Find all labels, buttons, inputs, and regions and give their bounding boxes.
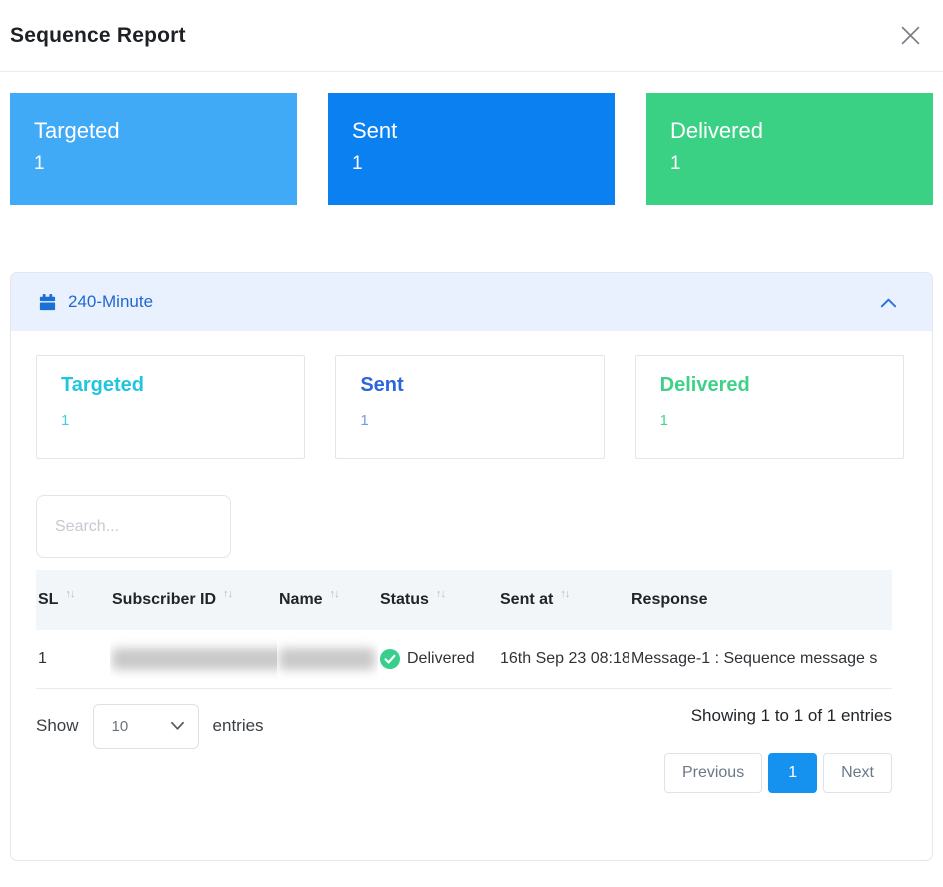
check-circle-icon xyxy=(380,649,400,669)
stat-value: 1 xyxy=(352,153,591,175)
sort-icon[interactable]: ↑↓ xyxy=(65,588,74,600)
close-icon xyxy=(900,25,921,46)
cell-status: Delivered xyxy=(378,630,498,688)
stat-card-sent: Sent 1 xyxy=(328,93,615,205)
inner-card-delivered: Delivered 1 xyxy=(635,355,904,459)
column-header-name[interactable]: Name↑↓ xyxy=(277,570,378,630)
page-size-select[interactable]: 10 xyxy=(93,704,199,749)
page-size-value: 10 xyxy=(112,718,129,735)
inner-card-value: 1 xyxy=(360,412,579,429)
redacted-name xyxy=(279,648,375,670)
stat-card-targeted: Targeted 1 xyxy=(10,93,297,205)
sort-icon[interactable]: ↑↓ xyxy=(436,588,445,600)
inner-card-label: Targeted xyxy=(61,374,280,397)
entries-summary: Showing 1 to 1 of 1 entries xyxy=(691,706,892,726)
column-header-sent-at[interactable]: Sent at↑↓ xyxy=(498,570,629,630)
stats-row: Targeted 1 Sent 1 Delivered 1 xyxy=(10,93,933,205)
status-badge: Delivered xyxy=(407,650,475,668)
redacted-subscriber-id xyxy=(112,648,277,670)
stat-card-delivered: Delivered 1 xyxy=(646,93,933,205)
cell-sl: 1 xyxy=(36,630,110,688)
column-header-subscriber-id[interactable]: Subscriber ID↑↓ xyxy=(110,570,277,630)
cell-name xyxy=(277,630,378,688)
sort-icon[interactable]: ↑↓ xyxy=(560,588,569,600)
chevron-up-icon[interactable] xyxy=(879,295,898,310)
table-row: 1 Delivered xyxy=(36,630,892,688)
stat-label: Sent xyxy=(352,118,591,144)
inner-card-label: Sent xyxy=(360,374,579,397)
stat-label: Targeted xyxy=(34,118,273,144)
sort-icon[interactable]: ↑↓ xyxy=(330,588,339,600)
next-page-button[interactable]: Next xyxy=(823,753,892,793)
inner-stats-row: Targeted 1 Sent 1 Delivered 1 xyxy=(36,355,904,459)
stat-label: Delivered xyxy=(670,118,909,144)
column-header-sl[interactable]: SL↑↓ xyxy=(36,570,110,630)
stat-value: 1 xyxy=(670,153,909,175)
panel-title: 240-Minute xyxy=(68,292,153,312)
column-header-status[interactable]: Status↑↓ xyxy=(378,570,498,630)
cell-response: Message-1 : Sequence message s xyxy=(629,630,892,688)
stat-value: 1 xyxy=(34,153,273,175)
table-header-row: SL↑↓ Subscriber ID↑↓ Name↑↓ Status↑↓ Sen… xyxy=(36,570,892,630)
sequence-panel: 240-Minute Targeted 1 Sent 1 Delivered 1 xyxy=(10,272,933,861)
inner-card-targeted: Targeted 1 xyxy=(36,355,305,459)
show-label: Show xyxy=(36,716,79,736)
search-input[interactable] xyxy=(36,495,231,558)
entries-label: entries xyxy=(213,716,264,736)
current-page-button[interactable]: 1 xyxy=(768,753,817,793)
cell-sent-at: 16th Sep 23 08:18 xyxy=(498,630,629,688)
inner-card-label: Delivered xyxy=(660,374,879,397)
panel-body: Targeted 1 Sent 1 Delivered 1 xyxy=(11,331,932,793)
calendar-icon xyxy=(38,293,57,312)
column-header-response[interactable]: Response xyxy=(629,570,892,630)
inner-card-sent: Sent 1 xyxy=(335,355,604,459)
sort-icon[interactable]: ↑↓ xyxy=(223,588,232,600)
page-size-group: Show 10 entries xyxy=(36,704,264,749)
panel-collapse-header[interactable]: 240-Minute xyxy=(11,273,932,331)
previous-page-button[interactable]: Previous xyxy=(664,753,762,793)
cell-subscriber-id xyxy=(110,630,277,688)
inner-card-value: 1 xyxy=(660,412,879,429)
close-button[interactable] xyxy=(896,21,925,50)
modal-header: Sequence Report xyxy=(0,0,943,72)
report-table: SL↑↓ Subscriber ID↑↓ Name↑↓ Status↑↓ Sen… xyxy=(36,570,892,689)
inner-card-value: 1 xyxy=(61,412,280,429)
pagination: Previous 1 Next xyxy=(664,753,892,793)
page-title: Sequence Report xyxy=(10,24,186,48)
table-footer: Show 10 entries Showing 1 to 1 of 1 entr… xyxy=(36,704,892,793)
chevron-down-icon xyxy=(170,721,185,731)
